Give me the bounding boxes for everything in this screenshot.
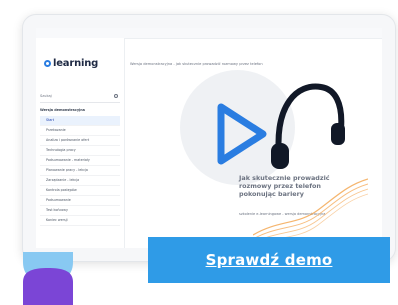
- brand-badge-icon: [23, 252, 73, 305]
- sidebar-item[interactable]: Przekazanie: [40, 126, 120, 136]
- sidebar-item[interactable]: Analiza i porównanie ofert: [40, 136, 120, 146]
- sidebar-item-start[interactable]: Start: [40, 116, 120, 126]
- breadcrumb: Wersja demonstracyjna - jak skutecznie p…: [130, 62, 263, 66]
- search-icon[interactable]: [114, 94, 118, 98]
- logo: learning: [44, 58, 98, 69]
- section-title: Wersja demonstracyjna: [40, 108, 85, 112]
- sidebar-item[interactable]: Planowanie pracy - lekcja: [40, 166, 120, 176]
- decorative-waves: [253, 178, 368, 245]
- logo-mark-icon: [44, 60, 51, 67]
- search-label: Szukaj: [40, 94, 52, 98]
- sidebar-item[interactable]: Podsumowanie: [40, 196, 120, 206]
- device-frame: learning Szukaj Wersja demonstracyjna St…: [22, 14, 396, 262]
- sidebar-item[interactable]: Podsumowanie - materiały: [40, 156, 120, 166]
- sidebar-item[interactable]: Technologia pracy: [40, 146, 120, 156]
- sidebar-list: Start Przekazanie Analiza i porównanie o…: [40, 116, 120, 226]
- cta-label: Sprawdź demo: [205, 251, 333, 269]
- logo-text: learning: [53, 58, 99, 69]
- search-field[interactable]: Szukaj: [40, 94, 120, 103]
- sidebar-item[interactable]: Zarządzanie - lekcja: [40, 176, 120, 186]
- sidebar: learning Szukaj Wersja demonstracyjna St…: [36, 38, 125, 248]
- sidebar-item[interactable]: Kontrola postępów: [40, 186, 120, 196]
- sidebar-item[interactable]: Test końcowy: [40, 206, 120, 216]
- cta-button[interactable]: Sprawdź demo: [148, 237, 390, 283]
- sidebar-item[interactable]: Koniec wersji: [40, 216, 120, 226]
- play-icon[interactable]: [211, 99, 273, 169]
- headphones-icon: [271, 83, 345, 169]
